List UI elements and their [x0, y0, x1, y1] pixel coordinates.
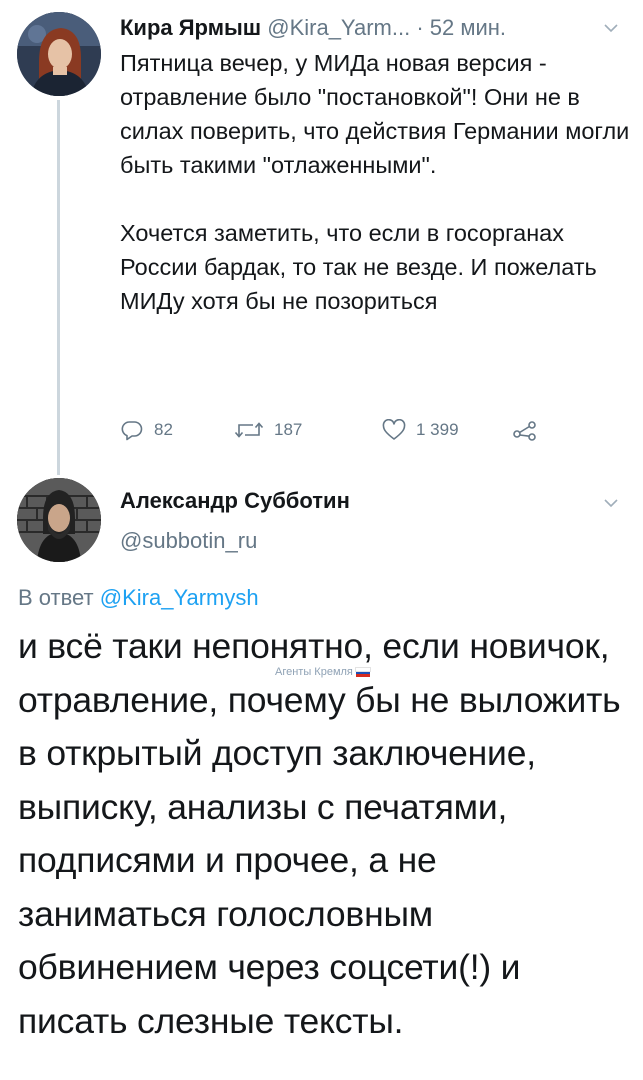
retweet-icon — [234, 422, 264, 438]
tweet-time[interactable]: 52 мин. — [430, 15, 506, 40]
heart-icon — [382, 419, 406, 440]
reply-icon — [121, 421, 143, 441]
russian-flag-icon — [354, 666, 371, 677]
reply-count: 82 — [154, 420, 173, 439]
thread-connector-line — [57, 100, 60, 475]
tweet1-paragraph-2: Хочется заметить, что если в госорганах … — [120, 220, 597, 314]
reply-prefix: В ответ — [18, 585, 94, 610]
time-separator: · — [416, 15, 424, 40]
watermark-text: Агенты Кремля — [275, 666, 353, 678]
avatar-kira[interactable] — [17, 12, 101, 96]
tweet1-header: Кира Ярмыш @Kira_Yarm... · 52 мин. — [120, 10, 630, 46]
chevron-down-icon[interactable] — [603, 497, 619, 509]
reply-button[interactable]: 82 — [120, 410, 173, 450]
watermark: Агенты Кремля — [275, 665, 371, 679]
avatar-image — [17, 478, 101, 562]
avatar-image — [17, 12, 101, 96]
retweet-count: 187 — [274, 420, 303, 439]
author-name[interactable]: Кира Ярмыш — [120, 15, 261, 40]
chevron-down-icon[interactable] — [603, 22, 619, 34]
share-icon — [513, 421, 536, 441]
like-count: 1 399 — [416, 420, 459, 439]
tweet1-text: Пятница вечер, у МИДа новая версия - отр… — [120, 46, 630, 318]
tweet1-paragraph-1: Пятница вечер, у МИДа новая версия - отр… — [120, 50, 630, 178]
author-handle[interactable]: @Kira_Yarm... — [267, 15, 410, 40]
author-handle[interactable]: @subbotin_ru — [120, 525, 257, 557]
share-button[interactable] — [512, 410, 538, 450]
retweet-button[interactable]: 187 — [234, 410, 302, 450]
tweet1-actions: 82 187 1 399 — [120, 410, 560, 450]
reply-to-link[interactable]: @Kira_Yarmysh — [100, 585, 259, 610]
author-name[interactable]: Александр Субботин — [120, 485, 350, 517]
like-button[interactable]: 1 399 — [382, 410, 459, 450]
tweet2-text: и всё таки непонятно, если новичок, отра… — [18, 626, 621, 1041]
reply-context: В ответ @Kira_Yarmysh — [18, 582, 259, 614]
avatar-subbotin[interactable] — [17, 478, 101, 562]
